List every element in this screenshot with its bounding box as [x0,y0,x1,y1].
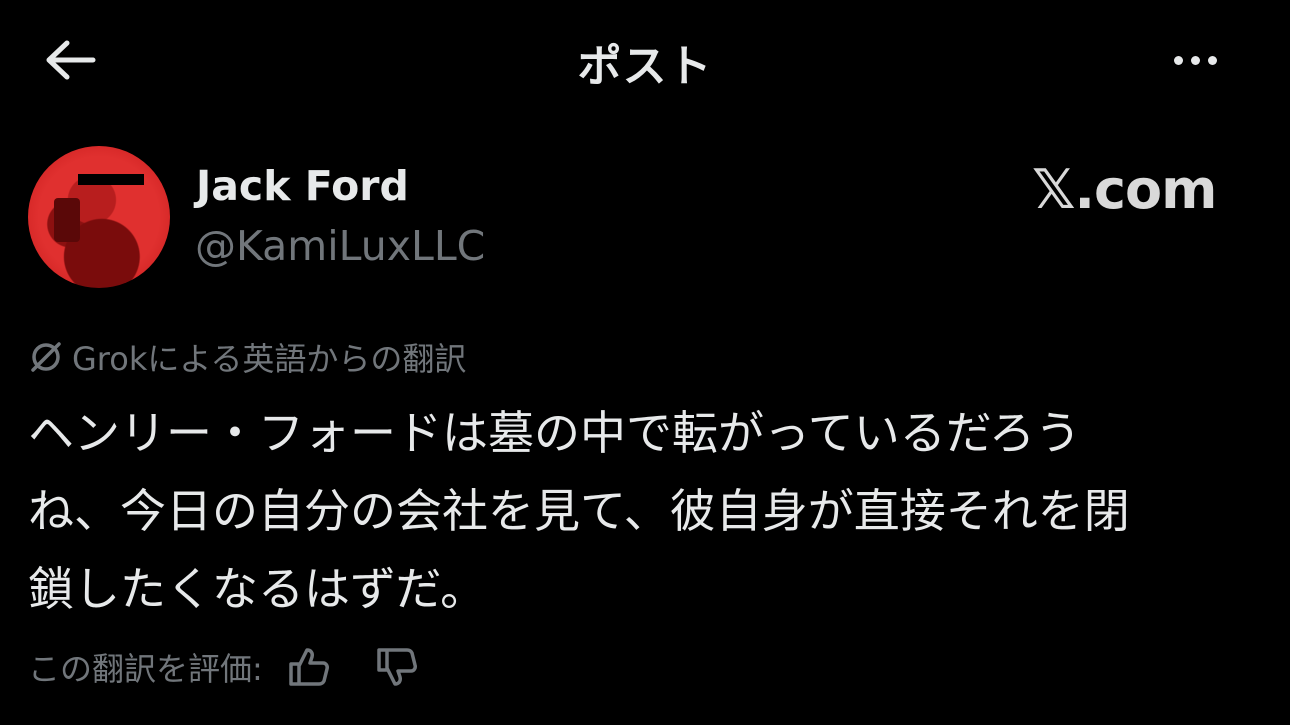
translation-label: Grokによる英語からの翻訳 [28,334,466,380]
author-name[interactable]: Jack Ford [196,162,409,210]
thumbs-up-button[interactable] [287,646,331,688]
post-text-line: ね、今日の自分の会社を見て、彼自身が直接それを閉 [28,484,1130,538]
more-options-button[interactable] [1160,40,1230,80]
more-horizontal-icon [1173,55,1183,65]
page-title: ポスト [577,41,713,92]
avatar-detail [54,198,80,242]
thumbs-up-icon [289,648,329,686]
translation-text: Grokによる英語からの翻訳 [72,340,467,378]
rate-translation: この翻訳を評価: [28,644,419,690]
grok-icon [31,342,61,372]
thumbs-down-icon [377,648,417,686]
post-text: ヘンリー・フォードは墓の中で転がっているだろう ね、今日の自分の会社を見て、彼自… [28,394,1258,628]
rate-label: この翻訳を評価: [28,650,263,688]
post-text-line: ヘンリー・フォードは墓の中で転がっているだろう [28,406,1081,460]
thumbs-down-button[interactable] [375,646,419,688]
x-watermark: 𝕏.com [1032,158,1217,221]
post-text-line: 鎖したくなるはずだ。 [28,562,487,616]
post-page: ポスト Jack Ford @KamiLuxLLC 𝕏.com Grokによる英… [0,0,1290,725]
avatar-censor-bar [78,174,144,185]
author-handle[interactable]: @KamiLuxLLC [195,222,485,270]
avatar[interactable] [28,146,170,288]
more-dot [1207,55,1217,65]
more-dot [1190,55,1200,65]
